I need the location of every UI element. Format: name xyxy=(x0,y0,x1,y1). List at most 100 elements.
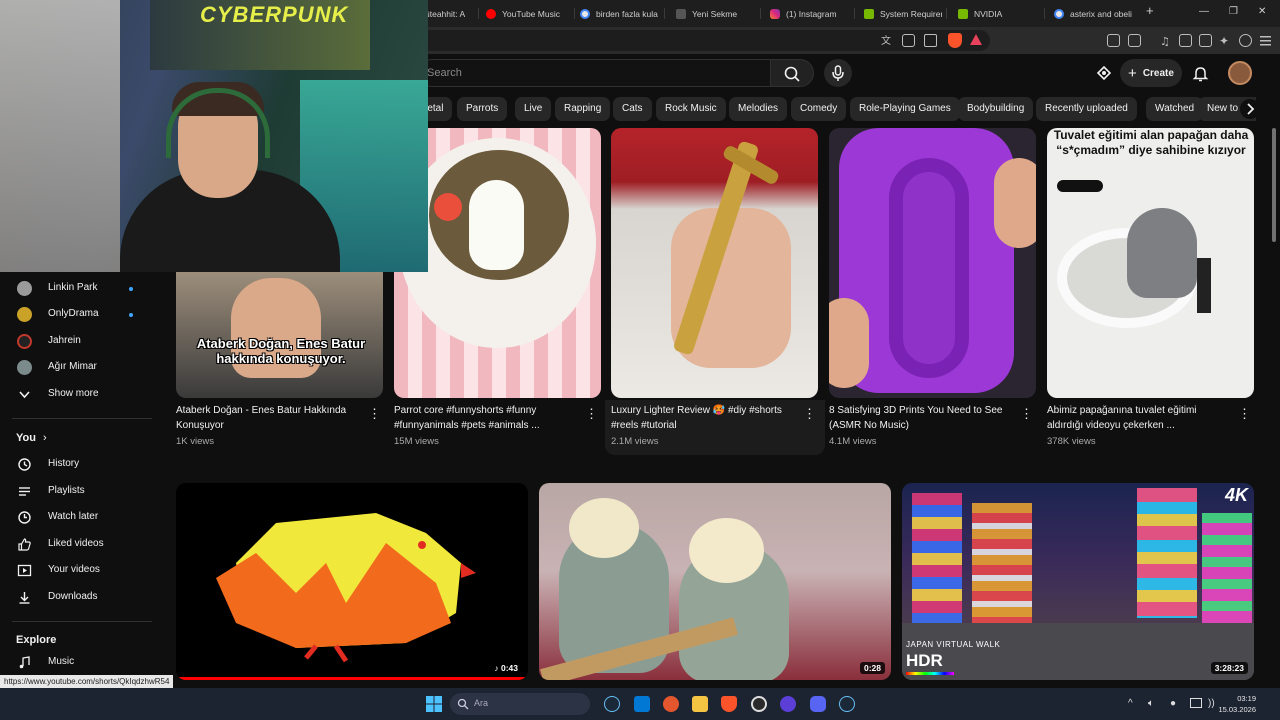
sidebar-item-playlists[interactable]: Playlists xyxy=(0,479,152,505)
browser-tab-asterix[interactable]: asterix and obeli xyxy=(1054,4,1134,23)
sidebar-item-jahrein[interactable]: Jahrein xyxy=(0,329,152,355)
brave-shields-icon[interactable] xyxy=(948,33,962,48)
browser-tab-new-tab[interactable]: Yeni Sekme xyxy=(676,4,756,23)
video-thumbnail[interactable]: 4K JAPAN VIRTUAL WALK HDR 3:28:23 xyxy=(902,483,1254,680)
chip-rapping[interactable]: Rapping xyxy=(555,97,611,121)
sidebar-show-more[interactable]: Show more xyxy=(0,382,152,408)
volume-icon[interactable]: )) xyxy=(1208,698,1215,709)
chevron-up-icon[interactable]: ^ xyxy=(1128,698,1133,709)
chip-live[interactable]: Live xyxy=(515,97,552,121)
brave-rewards-icon[interactable] xyxy=(970,34,982,45)
file-explorer-icon[interactable] xyxy=(692,696,708,712)
voice-search-button[interactable] xyxy=(824,59,852,87)
more-options-icon[interactable]: ⋮ xyxy=(585,406,598,422)
short-views: 1K views xyxy=(176,436,215,447)
parrot-body xyxy=(1127,208,1197,298)
sidebar-item-downloads[interactable]: Downloads xyxy=(0,585,152,611)
taskbar-clock[interactable]: 03:19 15.03.2026 xyxy=(1218,693,1256,715)
screen-capture-icon[interactable] xyxy=(902,34,915,47)
sidebar-item-onlydrama[interactable]: OnlyDrama xyxy=(0,302,152,328)
sidebar-item-watch-later[interactable]: Watch later xyxy=(0,505,152,531)
windows-start-icon[interactable] xyxy=(426,696,442,712)
speaker-icon[interactable]: 🔈︎ xyxy=(1148,698,1154,709)
sidebar-item-liked-videos[interactable]: Liked videos xyxy=(0,532,152,558)
chip-rock-music[interactable]: Rock Music xyxy=(656,97,726,121)
ai-chat-icon[interactable] xyxy=(1096,65,1112,81)
discord-icon[interactable] xyxy=(810,696,826,712)
extensions-icon[interactable] xyxy=(1107,34,1120,47)
brave-browser-icon[interactable] xyxy=(721,696,737,712)
taskbar-search[interactable]: Ara xyxy=(450,693,590,715)
short-title[interactable]: Abimiz papağanına tuvalet eğitimi aldırd… xyxy=(1047,403,1232,433)
browser-tab-system-requirements[interactable]: System Requirem xyxy=(864,4,942,23)
more-options-icon[interactable]: ⋮ xyxy=(368,406,381,422)
chip-comedy[interactable]: Comedy xyxy=(791,97,847,121)
brush-holder xyxy=(1197,258,1211,313)
share-icon[interactable] xyxy=(924,34,937,47)
video-thumbnail[interactable]: 0:28 xyxy=(539,483,891,680)
leo-icon[interactable]: ✦ xyxy=(1219,34,1232,48)
restore-button[interactable]: ❐ xyxy=(1229,6,1238,17)
obs-icon[interactable] xyxy=(780,696,796,712)
more-options-icon[interactable]: ⋮ xyxy=(1020,406,1033,422)
short-title[interactable]: Ataberk Doğan - Enes Batur Hakkında Konu… xyxy=(176,403,361,433)
chip-parrots[interactable]: Parrots xyxy=(457,97,508,121)
chip-bodybuilding[interactable]: Bodybuilding xyxy=(958,97,1034,121)
short-title[interactable]: 8 Satisfying 3D Prints You Need to See (… xyxy=(829,403,1014,433)
store-icon[interactable] xyxy=(634,696,650,712)
browser-tab-1[interactable]: üteahhit: A xyxy=(425,4,475,23)
sidebar-item-label: Liked videos xyxy=(48,538,104,549)
chip-watched[interactable]: Watched xyxy=(1146,97,1204,121)
status-url-tooltip: https://www.youtube.com/shorts/QkIqdzhwR… xyxy=(0,675,174,688)
wallet-icon[interactable] xyxy=(1199,34,1212,47)
microphone-icon[interactable]: ● xyxy=(1170,698,1176,709)
steam-icon[interactable] xyxy=(839,696,855,712)
create-button[interactable]: + Create xyxy=(1120,59,1182,87)
sidebar-icon[interactable] xyxy=(1179,34,1192,47)
app-icon[interactable] xyxy=(663,696,679,712)
page-scrollbar[interactable] xyxy=(1272,128,1276,242)
search-button[interactable] xyxy=(770,59,814,87)
browser-tab-instagram[interactable]: (1) Instagram xyxy=(770,4,850,23)
display-icon[interactable] xyxy=(1190,698,1202,708)
sidebar-you-header[interactable]: You › xyxy=(16,432,47,444)
chip-recently-uploaded[interactable]: Recently uploaded xyxy=(1036,97,1137,121)
short-thumbnail[interactable]: Tuvalet eğitimi alan papağan daha “s*çma… xyxy=(1047,128,1254,398)
sidebar-item-agir-mimar[interactable]: Ağır Mimar xyxy=(0,355,152,381)
chip-cats[interactable]: Cats xyxy=(613,97,652,121)
video-thumbnail[interactable]: ♪ 0:43 xyxy=(176,483,528,680)
music-icon[interactable]: ♫ xyxy=(1159,34,1172,48)
short-title[interactable]: Parrot core #funnyshorts #funny #funnyan… xyxy=(394,403,579,433)
vpn-icon[interactable] xyxy=(1239,34,1252,47)
sidebar-item-your-videos[interactable]: Your videos xyxy=(0,558,152,584)
minimize-button[interactable]: — xyxy=(1199,6,1209,17)
translate-icon[interactable]: 文 xyxy=(880,34,893,47)
notifications-bell-icon[interactable] xyxy=(1192,65,1209,82)
chip-role-playing-games[interactable]: Role-Playing Games xyxy=(850,97,960,121)
menu-icon[interactable] xyxy=(1259,34,1272,47)
more-options-icon[interactable]: ⋮ xyxy=(803,406,816,422)
short-thumbnail[interactable] xyxy=(611,128,818,398)
sidebar-item-music[interactable]: Music xyxy=(0,650,152,676)
browser-tab-nvidia[interactable]: NVIDIA xyxy=(958,4,1038,23)
wallet-icon[interactable] xyxy=(1128,34,1141,47)
browser-tab-google-search[interactable]: birden fazla kula xyxy=(580,4,660,23)
chip-melodies[interactable]: Melodies xyxy=(729,97,788,121)
sidebar-item-linkin-park[interactable]: Linkin Park xyxy=(0,276,152,302)
short-thumbnail[interactable] xyxy=(829,128,1036,398)
browser-tab-youtube-music[interactable]: YouTube Music xyxy=(486,4,571,23)
search-icon xyxy=(784,66,800,82)
new-tab-button[interactable]: + xyxy=(1146,3,1154,18)
chips-next-button[interactable] xyxy=(1240,99,1260,119)
search-input[interactable]: Search xyxy=(418,59,770,87)
more-options-icon[interactable]: ⋮ xyxy=(1238,406,1251,422)
steam-icon[interactable] xyxy=(604,696,620,712)
budgie-left-head xyxy=(569,498,639,558)
short-title[interactable]: Luxury Lighter Review 🥵 #diy #shorts #re… xyxy=(611,403,796,433)
sidebar-divider xyxy=(12,621,152,622)
sidebar-item-history[interactable]: History xyxy=(0,452,152,478)
close-button[interactable]: ✕ xyxy=(1258,6,1266,17)
video-duration: 3:28:23 xyxy=(1210,662,1248,674)
app-icon[interactable] xyxy=(751,696,767,712)
account-avatar[interactable] xyxy=(1228,61,1252,85)
